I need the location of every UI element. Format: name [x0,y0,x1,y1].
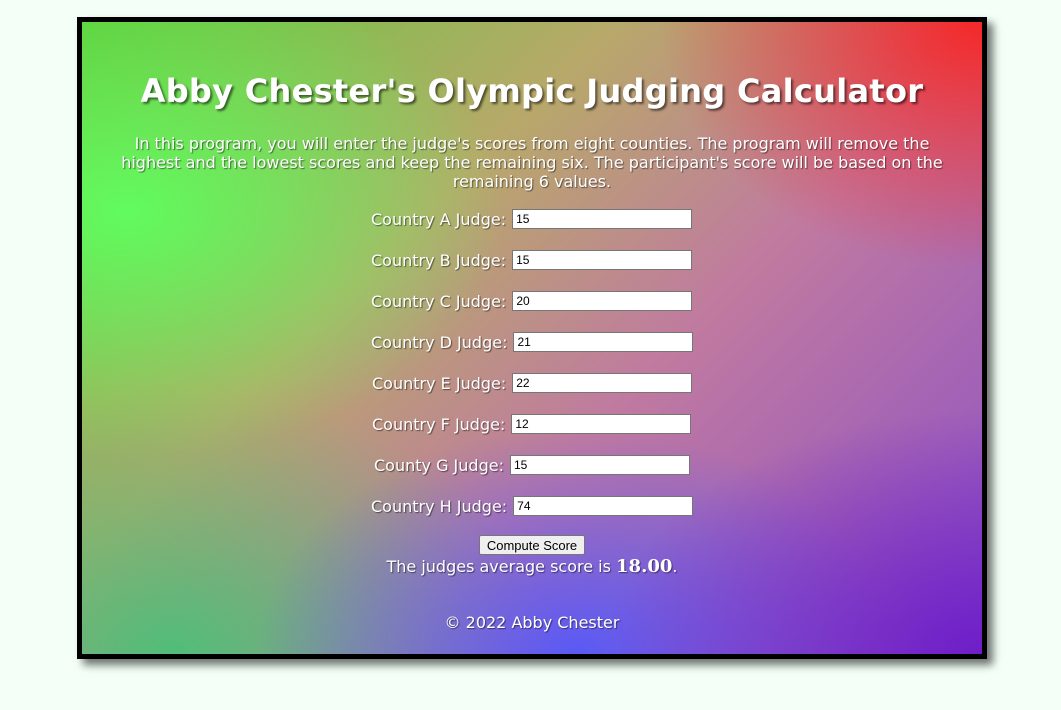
compute-score-button[interactable]: Compute Score [479,535,585,555]
result-prefix: The judges average score is [386,557,611,576]
judge-row-f: Country F Judge: [372,413,692,435]
result-line: The judges average score is 18.00. [82,556,982,577]
judge-h-label: Country H Judge: [371,496,508,516]
judge-e-input[interactable] [512,373,693,393]
judge-g-input[interactable] [509,455,690,475]
page-title: Abby Chester's Olympic Judging Calculato… [140,72,924,110]
judge-row-g: County G Judge: [374,454,690,476]
judge-d-input[interactable] [513,332,694,352]
judge-a-input[interactable] [512,209,693,229]
judge-row-c: Country C Judge: [371,290,693,312]
average-score-value: 18.00 [616,556,673,577]
judge-c-input[interactable] [512,291,693,311]
judge-c-label: Country C Judge: [371,291,507,311]
judge-row-h: Country H Judge: [371,495,694,517]
judge-f-label: Country F Judge: [372,414,506,434]
judge-d-label: Country D Judge: [371,332,508,352]
judge-h-input[interactable] [513,496,694,516]
footer-copyright: © 2022 Abby Chester [444,613,620,632]
judge-row-a: Country A Judge: [371,208,693,230]
judge-f-input[interactable] [511,414,692,434]
judge-g-label: County G Judge: [374,455,504,475]
judge-a-label: Country A Judge: [371,209,507,229]
judge-b-input[interactable] [512,250,693,270]
intro-text: In this program, you will enter the judg… [121,134,943,191]
judge-b-label: Country B Judge: [371,250,507,270]
judge-row-b: Country B Judge: [371,249,693,271]
calculator-panel: Abby Chester's Olympic Judging Calculato… [77,17,987,659]
result-suffix: . [672,557,678,576]
judge-row-e: Country E Judge: [372,372,693,394]
judge-e-label: Country E Judge: [372,373,507,393]
judge-row-d: Country D Judge: [371,331,694,353]
